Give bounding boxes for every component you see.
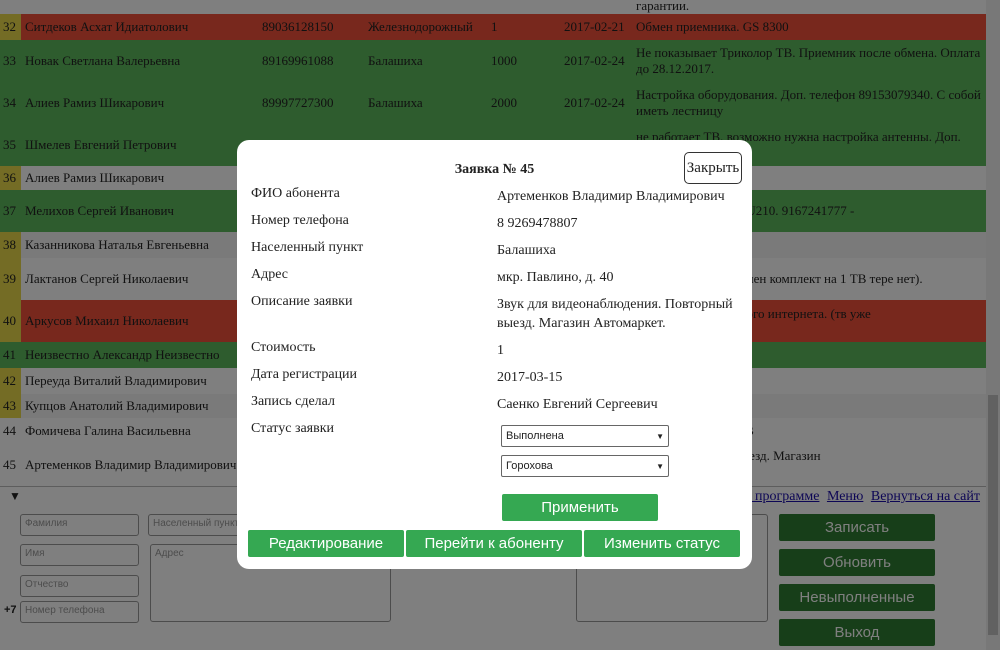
field-value-city: Балашиха bbox=[497, 243, 556, 258]
field-label-phone: Номер телефона bbox=[251, 213, 349, 228]
status-select-value: Выполнена bbox=[506, 430, 564, 442]
field-value-description: Звук для видеонаблюдения. Повторный выез… bbox=[497, 297, 733, 331]
status-select[interactable]: Выполнена ▼ bbox=[501, 425, 669, 447]
field-value-author: Саенко Евгений Сергеевич bbox=[497, 397, 658, 412]
chevron-down-icon: ▼ bbox=[656, 431, 664, 441]
request-modal: Заявка № 45 Закрыть ФИО абонента Артемен… bbox=[237, 140, 752, 569]
chevron-down-icon: ▼ bbox=[656, 461, 664, 471]
field-value-address: мкр. Павлино, д. 40 bbox=[497, 270, 614, 285]
field-value-phone: 8 9269478807 bbox=[497, 216, 578, 231]
field-label-address: Адрес bbox=[251, 267, 289, 282]
goto-subscriber-button[interactable]: Перейти к абоненту bbox=[406, 530, 582, 557]
field-label-author: Запись сделал bbox=[251, 394, 335, 409]
field-value-date: 2017-03-15 bbox=[497, 370, 563, 385]
change-status-button[interactable]: Изменить статус bbox=[584, 530, 740, 557]
field-label-cost: Стоимость bbox=[251, 340, 316, 355]
field-label-status: Статус заявки bbox=[251, 421, 335, 436]
field-label-city: Населенный пункт bbox=[251, 240, 364, 255]
worker-select[interactable]: Горохова ▼ bbox=[501, 455, 669, 477]
modal-title: Заявка № 45 bbox=[454, 162, 535, 177]
apply-button[interactable]: Применить bbox=[502, 494, 658, 521]
close-button[interactable]: Закрыть bbox=[684, 152, 742, 184]
field-value-cost: 1 bbox=[497, 343, 504, 358]
field-label-fio: ФИО абонента bbox=[251, 186, 340, 201]
field-label-date: Дата регистрации bbox=[251, 367, 358, 382]
edit-button[interactable]: Редактирование bbox=[248, 530, 404, 557]
worker-select-value: Горохова bbox=[506, 460, 553, 472]
field-label-description: Описание заявки bbox=[251, 294, 353, 309]
field-value-fio: Артеменков Владимир Владимирович bbox=[497, 189, 725, 204]
